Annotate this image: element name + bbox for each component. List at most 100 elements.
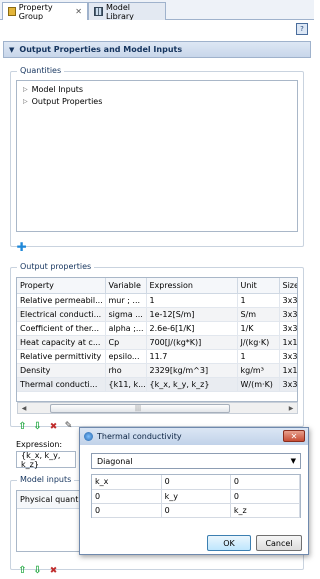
dialog-titlebar[interactable]: Thermal conductivity ✕	[80, 428, 308, 445]
section-header[interactable]: ▼ Output Properties and Model Inputs	[3, 41, 311, 58]
table-cell[interactable]: W/(m·K)	[237, 377, 280, 392]
table-cell[interactable]: Coefficient of ther...	[17, 321, 106, 336]
table-cell[interactable]: {k11, k...	[105, 377, 147, 392]
column-header[interactable]: Expression	[146, 278, 238, 294]
matrix-type-select[interactable]: Diagonal ▼	[91, 453, 301, 469]
delete-icon[interactable]: ✖	[48, 421, 59, 432]
tree-item-label: Output Properties	[31, 97, 103, 106]
table-row[interactable]: Electrical conducti... sigma ... 1e-12[S/m…	[17, 307, 297, 322]
scroll-left-icon[interactable]: ◀	[19, 404, 29, 413]
output-properties-table[interactable]: Property Variable Expression Unit Size R…	[16, 277, 298, 402]
table-cell[interactable]: kg/m³	[237, 363, 280, 378]
table-cell[interactable]: mur ; ...	[105, 293, 147, 308]
table-cell[interactable]: 3x3	[279, 293, 297, 308]
table-cell[interactable]: 2.6e-6[1/K]	[146, 321, 238, 336]
table-cell[interactable]: Electrical conducti...	[17, 307, 106, 322]
table-cell[interactable]: Density	[17, 363, 106, 378]
table-cell[interactable]: S/m	[237, 307, 280, 322]
model-library-icon	[94, 7, 103, 16]
tree-item-output-properties[interactable]: ▷ Output Properties	[23, 97, 102, 106]
matrix-cell[interactable]: k_z	[230, 503, 301, 518]
tab-property-group[interactable]: Property Group ✕	[2, 2, 88, 21]
table-cell[interactable]: 700[J/(kg*K)]	[146, 335, 238, 350]
table-cell[interactable]: 1/K	[237, 321, 280, 336]
delete-icon[interactable]: ✖	[48, 565, 59, 576]
table-cell[interactable]: 3x3	[279, 349, 297, 364]
table-cell[interactable]: Relative permittivity	[17, 349, 106, 364]
quantities-title: Quantities	[17, 66, 65, 75]
table-cell[interactable]: Thermal conducti...	[17, 377, 106, 392]
column-header[interactable]: Property	[17, 278, 106, 294]
table-cell[interactable]: alpha ;...	[105, 321, 147, 336]
ok-button[interactable]: OK	[207, 535, 251, 551]
table-cell[interactable]: 1	[237, 293, 280, 308]
move-down-icon[interactable]: ⇩	[32, 565, 43, 576]
matrix-cell[interactable]: 0	[92, 489, 162, 504]
select-value: Diagonal	[97, 456, 133, 466]
matrix-cell[interactable]: 0	[161, 475, 231, 490]
tab-label: Model Library	[105, 2, 134, 21]
horizontal-scrollbar[interactable]: ◀ ||| ▶	[17, 402, 298, 414]
table-row[interactable]: Density rho 2329[kg/m^3] kg/m³ 1x1	[17, 363, 297, 378]
edit-icon[interactable]: ✎	[63, 420, 74, 431]
table-cell[interactable]: Relative permeabil...	[17, 293, 106, 308]
column-header[interactable]: Unit	[237, 278, 280, 294]
cancel-button[interactable]: Cancel	[256, 535, 302, 551]
table-cell[interactable]: 1	[146, 293, 238, 308]
table-row[interactable]: Heat capacity at c... Cp 700[J/(kg*K)] J/(k…	[17, 335, 297, 350]
matrix-cell[interactable]: k_x	[92, 475, 162, 490]
tree-item-model-inputs[interactable]: ▷ Model Inputs	[23, 85, 83, 94]
matrix-grid[interactable]: k_x 0 0 0 k_y 0 0 0 k_z	[91, 474, 301, 518]
table-cell[interactable]: 1x1	[279, 335, 297, 350]
expression-field[interactable]: {k_x, k_y, k_z}	[16, 451, 76, 469]
table-cell[interactable]: rho	[105, 363, 147, 378]
table-row[interactable]: Relative permeabil... mur ; ... 1 1 3x3	[17, 293, 297, 308]
table-cell[interactable]: 2329[kg/m^3]	[146, 363, 238, 378]
expand-triangle-icon[interactable]: ▷	[23, 86, 28, 93]
matrix-row: 0 k_y 0	[92, 489, 301, 504]
collapse-triangle-icon: ▼	[9, 45, 15, 54]
tree-item-label: Model Inputs	[31, 85, 84, 94]
column-header[interactable]: Variable	[105, 278, 147, 294]
matrix-cell[interactable]: 0	[230, 489, 301, 504]
matrix-row: k_x 0 0	[92, 475, 301, 490]
table-cell[interactable]: 1	[237, 349, 280, 364]
matrix-cell[interactable]: k_y	[161, 489, 231, 504]
close-icon[interactable]: ✕	[75, 7, 82, 16]
table-cell[interactable]: Cp	[105, 335, 147, 350]
table-cell[interactable]: J/(kg·K)	[237, 335, 280, 350]
output-properties-title: Output properties	[17, 262, 95, 271]
move-up-icon[interactable]: ⇧	[17, 565, 28, 576]
toolbar: ?	[0, 20, 314, 38]
help-icon[interactable]: ?	[296, 23, 308, 35]
table-cell[interactable]: 3x3	[279, 321, 297, 336]
quantities-tree[interactable]: ▷ Model Inputs ▷ Output Properties	[16, 80, 298, 232]
table-cell[interactable]: 3x3	[279, 377, 297, 392]
table-row[interactable]: Thermal conducti... {k11, k... {k_x, k_y, …	[17, 377, 297, 392]
matrix-cell[interactable]: 0	[230, 475, 301, 490]
table-cell[interactable]: epsilo...	[105, 349, 147, 364]
table-row[interactable]: Coefficient of ther... alpha ;... 2.6e-6[1…	[17, 321, 297, 336]
table-cell[interactable]: sigma ...	[105, 307, 147, 322]
property-group-icon	[8, 7, 16, 16]
table-cell[interactable]: 3x3	[279, 307, 297, 322]
tab-model-library[interactable]: Model Library	[88, 2, 166, 21]
column-header[interactable]: Size	[279, 278, 297, 294]
expand-triangle-icon[interactable]: ▷	[23, 98, 28, 105]
scrollbar-thumb[interactable]: |||	[50, 404, 230, 413]
scroll-right-icon[interactable]: ▶	[286, 404, 296, 413]
close-icon[interactable]: ✕	[283, 430, 305, 442]
table-cell[interactable]: Heat capacity at c...	[17, 335, 106, 350]
matrix-row: 0 0 k_z	[92, 503, 301, 518]
matrix-cell[interactable]: 0	[161, 503, 231, 518]
table-cell[interactable]: 1x1	[279, 363, 297, 378]
move-down-icon[interactable]: ⇩	[32, 421, 43, 432]
table-row[interactable]: Relative permittivity epsilo... 11.7 1 3x3	[17, 349, 297, 364]
add-icon[interactable]: ✚	[16, 240, 27, 254]
move-up-icon[interactable]: ⇧	[17, 421, 28, 432]
matrix-cell[interactable]: 0	[92, 503, 162, 518]
table-cell[interactable]: 11.7	[146, 349, 238, 364]
expression-label: Expression:	[16, 440, 63, 449]
table-cell[interactable]: {k_x, k_y, k_z}	[146, 377, 238, 392]
table-cell[interactable]: 1e-12[S/m]	[146, 307, 238, 322]
